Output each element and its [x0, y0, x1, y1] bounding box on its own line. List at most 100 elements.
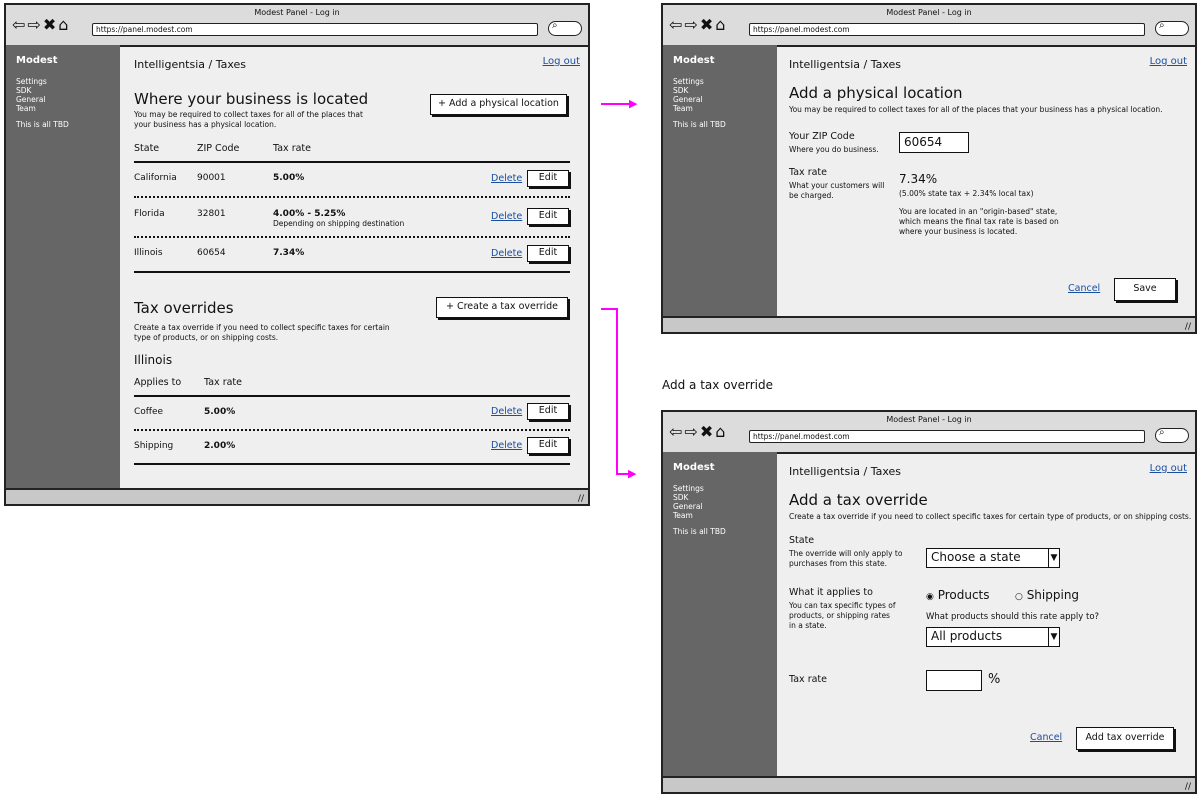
- resize-grip-icon[interactable]: //: [1185, 322, 1191, 332]
- breadcrumb[interactable]: Intelligentsia / Taxes: [789, 465, 901, 478]
- sidebar-item-sdk[interactable]: SDK: [673, 493, 704, 502]
- close-icon[interactable]: ✖: [700, 422, 715, 441]
- rate-label: Tax rate: [789, 167, 827, 178]
- rate-help: What your customers will be charged.: [789, 181, 885, 200]
- column-zip: ZIP Code: [197, 143, 240, 154]
- sidebar-item-settings[interactable]: Settings: [16, 77, 47, 86]
- create-override-button[interactable]: + Create a tax override: [436, 297, 568, 318]
- state-select[interactable]: Choose a state ▼: [926, 548, 1060, 568]
- sidebar: Modest Settings SDK General Team This is…: [6, 45, 120, 490]
- sidebar-item-general[interactable]: General: [673, 95, 704, 104]
- add-override-window: Modest Panel - Log in ⇦⇨✖⌂ https://panel…: [661, 410, 1197, 794]
- resize-grip-icon[interactable]: //: [1185, 782, 1191, 792]
- state-select-value: Choose a state: [931, 550, 1021, 564]
- save-button[interactable]: Save: [1114, 278, 1176, 301]
- breadcrumb[interactable]: Intelligentsia / Taxes: [789, 58, 901, 71]
- url-bar[interactable]: https://panel.modest.com: [92, 23, 538, 36]
- sidebar-item-settings[interactable]: Settings: [673, 77, 704, 86]
- row-rate: 4.00% - 5.25%: [273, 209, 346, 219]
- state-label: State: [789, 535, 815, 546]
- taxes-window: Modest Panel - Log in ⇦⇨✖⌂ https://panel…: [4, 3, 590, 506]
- edit-button[interactable]: Edit: [527, 170, 569, 187]
- rate-input[interactable]: [926, 670, 982, 691]
- forward-icon[interactable]: ⇨: [684, 15, 699, 34]
- delete-link[interactable]: Delete: [491, 173, 522, 184]
- delete-link[interactable]: Delete: [491, 406, 522, 417]
- window-title: Modest Panel - Log in: [886, 415, 972, 424]
- resize-grip-icon[interactable]: //: [578, 494, 584, 504]
- products-select-value: All products: [931, 629, 1003, 643]
- back-icon[interactable]: ⇦: [669, 15, 684, 34]
- rate-breakdown: (5.00% state tax + 2.34% local tax): [899, 189, 1034, 198]
- search-button[interactable]: ⌕: [548, 20, 582, 36]
- logout-link[interactable]: Log out: [1150, 463, 1187, 474]
- radio-shipping-label: Shipping: [1026, 588, 1080, 602]
- browser-chrome: Modest Panel - Log in ⇦⇨✖⌂ https://panel…: [663, 412, 1195, 454]
- sidebar-item-general[interactable]: General: [16, 95, 47, 104]
- sidebar-note: This is all TBD: [673, 527, 726, 536]
- row-state: California: [134, 173, 177, 183]
- back-icon[interactable]: ⇦: [669, 422, 684, 441]
- zip-input[interactable]: 60654: [899, 132, 969, 153]
- sidebar-item-team[interactable]: Team: [673, 511, 704, 520]
- sidebar-item-team[interactable]: Team: [16, 104, 47, 113]
- edit-button[interactable]: Edit: [527, 208, 569, 225]
- add-location-window: Modest Panel - Log in ⇦⇨✖⌂ https://panel…: [661, 3, 1197, 334]
- edit-button[interactable]: Edit: [527, 403, 569, 420]
- column-rate: Tax rate: [204, 377, 242, 388]
- radio-products[interactable]: ◉ Products: [926, 588, 990, 602]
- add-location-button[interactable]: + Add a physical location: [430, 94, 567, 115]
- sidebar-item-sdk[interactable]: SDK: [16, 86, 47, 95]
- brand-logo[interactable]: Modest: [673, 55, 715, 66]
- search-button[interactable]: ⌕: [1155, 20, 1189, 36]
- row-note: Depending on shipping destination: [273, 219, 405, 228]
- edit-button[interactable]: Edit: [527, 245, 569, 262]
- edit-button[interactable]: Edit: [527, 437, 569, 454]
- home-icon[interactable]: ⌂: [58, 15, 70, 34]
- row-zip: 32801: [197, 209, 226, 219]
- logout-link[interactable]: Log out: [543, 56, 580, 67]
- override-applies: Coffee: [134, 407, 164, 417]
- rate-note: You are located in an "origin-based" sta…: [899, 207, 1059, 236]
- search-button[interactable]: ⌕: [1155, 427, 1189, 443]
- forward-icon[interactable]: ⇨: [27, 15, 42, 34]
- home-icon[interactable]: ⌂: [715, 15, 727, 34]
- delete-link[interactable]: Delete: [491, 440, 522, 451]
- add-override-button[interactable]: Add tax override: [1076, 727, 1174, 750]
- cancel-link[interactable]: Cancel: [1068, 283, 1100, 294]
- sidebar-item-team[interactable]: Team: [673, 104, 704, 113]
- forward-icon[interactable]: ⇨: [684, 422, 699, 441]
- delete-link[interactable]: Delete: [491, 211, 522, 222]
- brand-logo[interactable]: Modest: [16, 55, 58, 66]
- sidebar-item-sdk[interactable]: SDK: [673, 86, 704, 95]
- row-state: Florida: [134, 209, 165, 219]
- breadcrumb[interactable]: Intelligentsia / Taxes: [134, 58, 246, 71]
- sidebar-note: This is all TBD: [673, 120, 726, 129]
- products-select[interactable]: All products ▼: [926, 627, 1060, 647]
- window-title: Modest Panel - Log in: [886, 8, 972, 17]
- chevron-down-icon: ▼: [1048, 549, 1059, 567]
- flow-arrow: [601, 308, 617, 310]
- brand-logo[interactable]: Modest: [673, 462, 715, 473]
- flow-arrow: [616, 308, 618, 474]
- delete-link[interactable]: Delete: [491, 248, 522, 259]
- close-icon[interactable]: ✖: [700, 15, 715, 34]
- close-icon[interactable]: ✖: [43, 15, 58, 34]
- back-icon[interactable]: ⇦: [12, 15, 27, 34]
- sidebar-item-settings[interactable]: Settings: [673, 484, 704, 493]
- cancel-link[interactable]: Cancel: [1030, 732, 1062, 743]
- radio-selected-icon: ◉: [926, 592, 934, 602]
- page-desc: Create a tax override if you need to col…: [789, 512, 1192, 521]
- browser-chrome: Modest Panel - Log in ⇦⇨✖⌂ https://panel…: [6, 5, 588, 47]
- url-bar[interactable]: https://panel.modest.com: [749, 23, 1145, 36]
- radio-shipping[interactable]: ○ Shipping: [1015, 588, 1079, 602]
- main-content: Intelligentsia / Taxes Log out Add a phy…: [777, 45, 1195, 318]
- url-bar[interactable]: https://panel.modest.com: [749, 430, 1145, 443]
- page-title: Add a physical location: [789, 84, 963, 102]
- logout-link[interactable]: Log out: [1150, 56, 1187, 67]
- state-help: The override will only apply to purchase…: [789, 549, 903, 568]
- sidebar-item-general[interactable]: General: [673, 502, 704, 511]
- home-icon[interactable]: ⌂: [715, 422, 727, 441]
- rate-label: Tax rate: [789, 674, 827, 685]
- search-icon: ⌕: [552, 20, 558, 31]
